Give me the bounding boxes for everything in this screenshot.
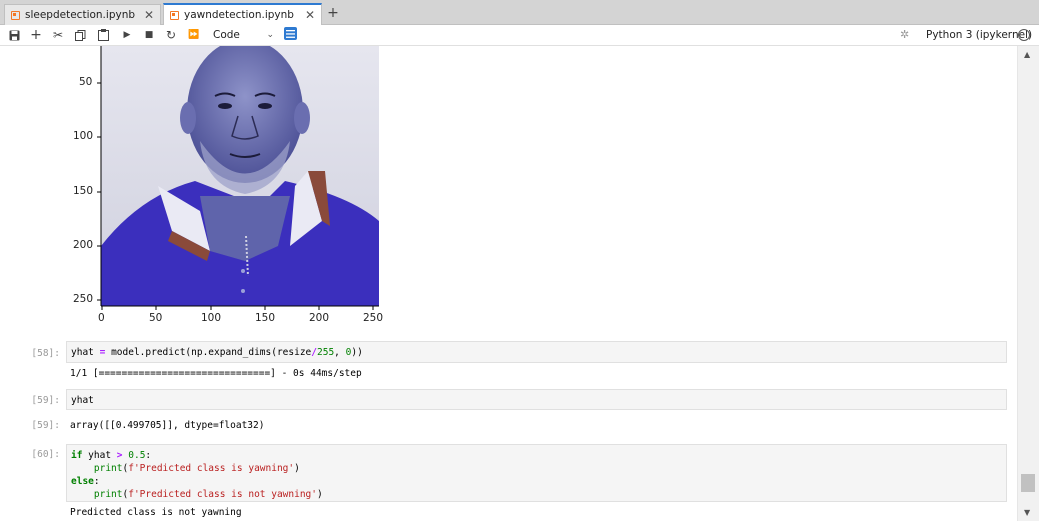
code-cell-60[interactable]: if yhat > 0.5: print(f'Predicted class i… — [66, 444, 1007, 502]
x-ticks — [101, 306, 374, 310]
x-tick-label: 0 — [98, 312, 105, 324]
kernel-settings-icon[interactable]: ✲ — [900, 28, 909, 41]
image-plot: 50 100 150 200 250 0 50 100 150 200 250 — [60, 46, 400, 331]
x-tick-label: 50 — [149, 312, 163, 324]
tab-label: yawndetection.ipynb — [184, 9, 294, 21]
notebook-panel: 50 100 150 200 250 0 50 100 150 200 250 … — [0, 46, 1017, 521]
plot-canvas — [97, 46, 379, 310]
x-tick-label: 150 — [255, 312, 276, 324]
tab-yawndetection[interactable]: yawndetection.ipynb ✕ — [163, 3, 322, 25]
paste-icon[interactable] — [95, 27, 111, 43]
x-tick-label: 100 — [201, 312, 222, 324]
y-tick-label: 150 — [73, 185, 94, 197]
input-prompt: [59]: — [31, 395, 60, 406]
scroll-down-icon[interactable]: ▼ — [1024, 508, 1030, 517]
code-cell-58[interactable]: yhat = model.predict(np.expand_dims(resi… — [66, 341, 1007, 363]
output-prompt: [59]: — [31, 420, 60, 431]
notebook-toolbar: + ✂ ▶ ■ ↻ ⏩ Code ⌄ ✲ Python 3 (ipykernel… — [0, 25, 1039, 46]
portrait-image — [101, 46, 379, 306]
y-tick-label: 50 — [79, 76, 93, 88]
close-icon[interactable]: ✕ — [142, 8, 156, 22]
kernel-name[interactable]: Python 3 (ipykernel) — [926, 29, 1032, 41]
y-tick-label: 250 — [73, 293, 94, 305]
restart-icon[interactable]: ↻ — [163, 27, 179, 43]
scroll-thumb[interactable] — [1021, 474, 1035, 492]
tab-sleepdetection[interactable]: sleepdetection.ipynb ✕ — [4, 4, 161, 25]
tab-bar: sleepdetection.ipynb ✕ yawndetection.ipy… — [0, 0, 1039, 25]
insert-cell-icon[interactable]: + — [28, 27, 44, 43]
tab-label: sleepdetection.ipynb — [25, 9, 136, 21]
chevron-down-icon: ⌄ — [266, 30, 274, 40]
y-tick-label: 200 — [73, 239, 94, 251]
x-tick-label: 200 — [309, 312, 330, 324]
cell-output: 1/1 [==============================] - 0… — [70, 368, 362, 379]
code-cell-59[interactable]: yhat — [66, 389, 1007, 410]
property-inspector-icon[interactable] — [284, 27, 297, 40]
x-tick-label: 250 — [363, 312, 384, 324]
cell-output: array([[0.499705]], dtype=float32) — [70, 420, 265, 431]
scroll-up-icon[interactable]: ▲ — [1024, 50, 1030, 59]
cell-type-select[interactable]: Code ⌄ — [210, 27, 274, 43]
run-icon[interactable]: ▶ — [119, 27, 135, 43]
stop-icon[interactable]: ■ — [141, 27, 157, 43]
notebook-icon — [170, 10, 179, 20]
y-ticks — [97, 82, 101, 301]
cut-icon[interactable]: ✂ — [50, 27, 66, 43]
copy-icon[interactable] — [72, 27, 88, 43]
vertical-scrollbar[interactable]: ▲ ▼ — [1017, 46, 1039, 521]
save-icon[interactable] — [6, 27, 22, 43]
add-tab-icon[interactable]: + — [325, 6, 341, 22]
cell-type-label: Code — [213, 29, 240, 41]
code-text: yhat — [71, 395, 94, 406]
kernel-status-icon — [1018, 29, 1030, 41]
notebook-icon — [11, 10, 20, 20]
y-tick-label: 100 — [73, 130, 94, 142]
input-prompt: [58]: — [31, 348, 60, 359]
close-icon[interactable]: ✕ — [303, 8, 317, 22]
cell-output: Predicted class is not yawning — [70, 507, 242, 518]
fast-forward-icon[interactable]: ⏩ — [186, 27, 202, 43]
input-prompt: [60]: — [31, 449, 60, 460]
